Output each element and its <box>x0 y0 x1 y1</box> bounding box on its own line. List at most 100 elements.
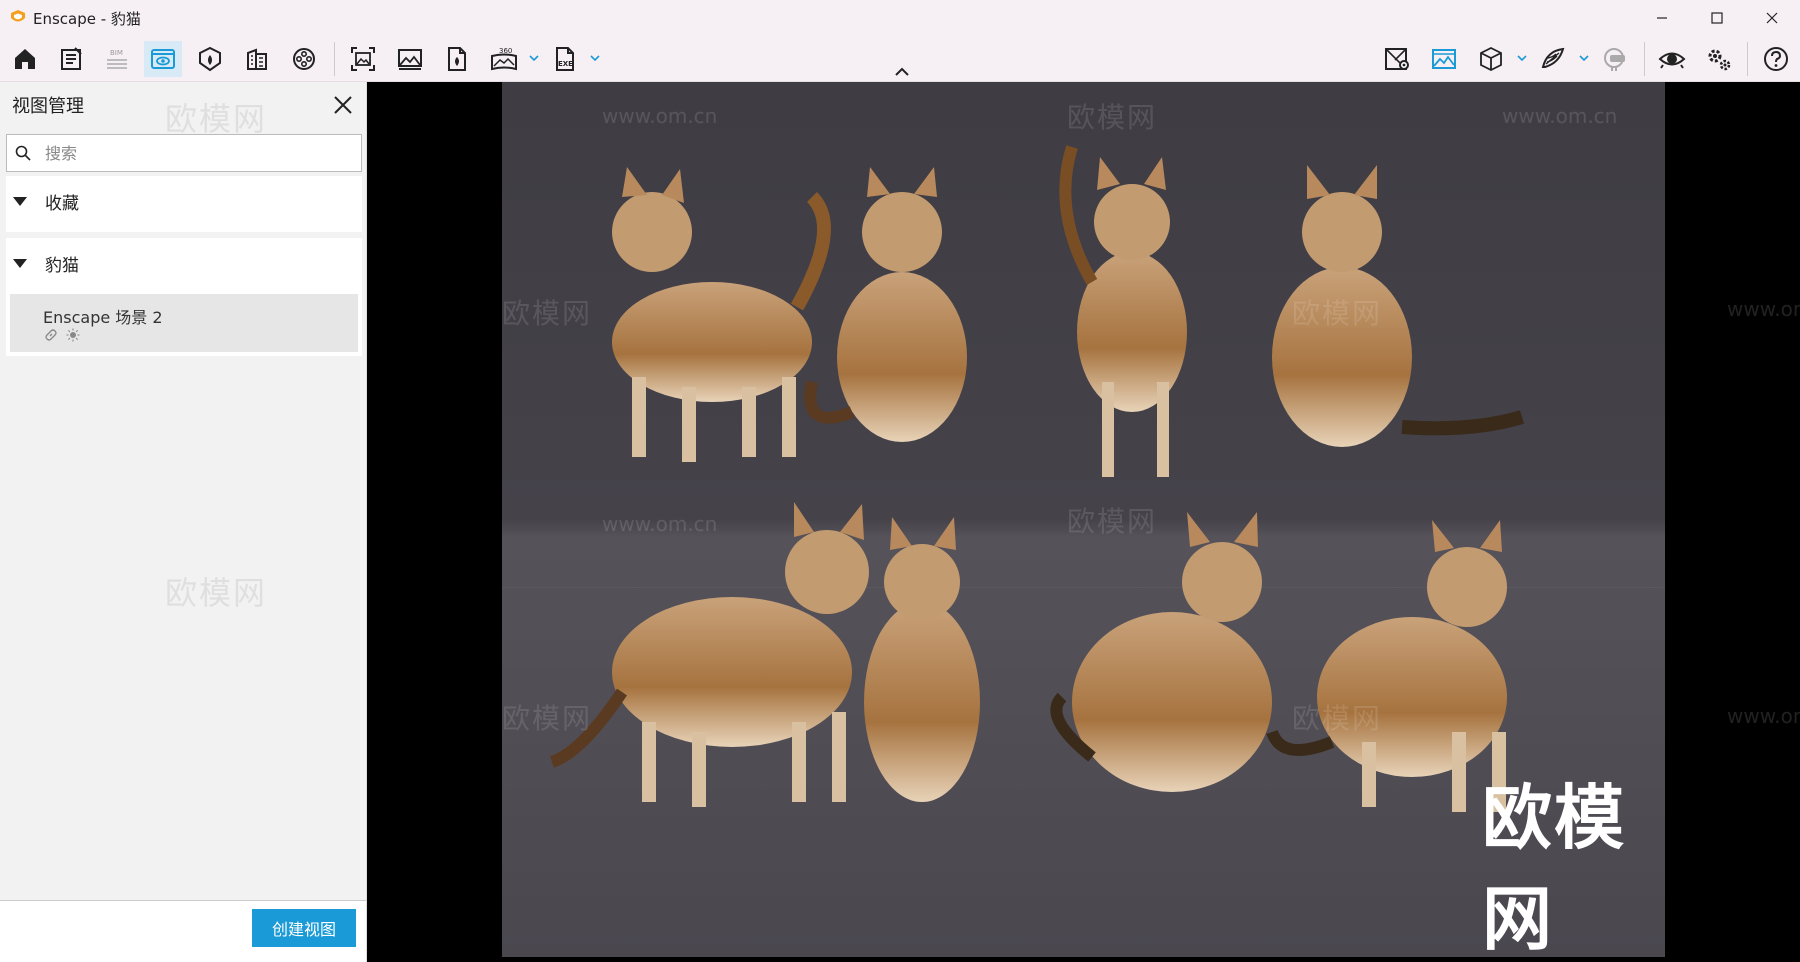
favorites-group-header[interactable]: 收藏 <box>6 176 362 226</box>
render-viewport[interactable]: www.om.cn 欧模网 www.om.cn 欧模网 欧模网 www.om.c… <box>367 82 1800 962</box>
vr-headset-icon <box>1604 48 1625 71</box>
asset-library-button[interactable] <box>238 41 276 77</box>
group-label: 豹猫 <box>45 255 79 276</box>
panorama-button[interactable]: 360 <box>485 41 523 77</box>
cube-view-button[interactable] <box>1472 41 1510 77</box>
watermark-cn: 欧模网 <box>1067 505 1158 538</box>
material-button[interactable] <box>1534 41 1572 77</box>
cube-icon <box>1480 46 1502 72</box>
project-info-button[interactable] <box>52 41 90 77</box>
exe-export-button[interactable]: EXE <box>546 41 584 77</box>
watermark-url: www.om.cn <box>1502 104 1618 128</box>
collapse-toolbar-icon[interactable] <box>893 66 911 78</box>
video-editor-icon <box>293 48 315 70</box>
settings-icon <box>1708 49 1731 71</box>
views-icon <box>151 49 175 69</box>
toolbar-separator <box>334 42 335 76</box>
cat-3 <box>1059 145 1187 477</box>
watermark-cn: 欧模网 <box>502 702 593 735</box>
asset-library-icon <box>247 48 267 70</box>
export-file-button[interactable] <box>438 41 476 77</box>
views-button[interactable] <box>144 41 182 77</box>
atmosphere-button[interactable] <box>191 41 229 77</box>
window-title: Enscape - 豹猫 <box>33 9 141 28</box>
panorama-dropdown-icon[interactable] <box>528 52 540 64</box>
sidebar-watermark: 欧模网 <box>165 574 268 612</box>
exe-export-icon: EXE <box>556 47 574 71</box>
export-file-icon <box>448 47 466 71</box>
expand-triangle-icon[interactable] <box>13 258 27 268</box>
toolbar-separator <box>1644 42 1645 76</box>
panel-title: 视图管理 <box>12 96 84 117</box>
cat-1 <box>612 167 831 462</box>
maximize-icon <box>1711 12 1723 24</box>
toolbar-separator <box>1747 42 1748 76</box>
render-image: www.om.cn 欧模网 www.om.cn 欧模网 欧模网 www.om.c… <box>502 82 1665 960</box>
favorites-group: 收藏 <box>6 176 362 232</box>
view-manager-panel: 视图管理 欧模网 收藏 豹猫 Enscape 场景 2 欧模网 创建视图 <box>0 82 367 962</box>
cube-dropdown-icon[interactable] <box>1516 52 1528 64</box>
atmosphere-icon <box>199 46 221 72</box>
close-window-button[interactable] <box>1745 0 1799 36</box>
bim-label: BIM <box>110 49 123 57</box>
cat-8 <box>1266 520 1507 812</box>
screenshot-button[interactable] <box>391 41 429 77</box>
home-button[interactable] <box>6 41 44 77</box>
sun-icon <box>66 328 80 342</box>
view-list-item[interactable]: Enscape 场景 2 <box>10 294 358 352</box>
panorama-360-icon: 360 <box>491 47 517 71</box>
enscape-logo-icon <box>11 10 25 22</box>
watermark-cn: 欧模网 <box>502 297 593 330</box>
watermark-cn: 欧模网 <box>1067 101 1158 134</box>
cat-2 <box>804 167 967 442</box>
expand-triangle-icon[interactable] <box>13 196 27 206</box>
minimize-icon <box>1657 17 1667 19</box>
home-icon <box>15 49 35 69</box>
search-box[interactable] <box>6 134 362 172</box>
watermark-cn: 欧模网 <box>1292 702 1383 735</box>
brand-watermark: 欧模网 <box>1482 777 1626 960</box>
map-icon <box>1385 48 1409 70</box>
bim-button[interactable]: BIM <box>98 41 136 77</box>
watermark-url: www.om.cn <box>602 104 718 128</box>
watermark-cn: 欧模网 <box>1292 297 1383 330</box>
scene-group-header[interactable]: 豹猫 <box>6 238 362 288</box>
project-info-icon <box>61 47 82 70</box>
minimize-button[interactable] <box>1635 0 1689 36</box>
create-view-button[interactable]: 创建视图 <box>252 909 356 947</box>
visual-settings-icon <box>1432 49 1456 69</box>
view-item-icons <box>44 328 80 342</box>
view-name: Enscape 场景 2 <box>43 308 163 327</box>
help-button[interactable] <box>1757 41 1795 77</box>
exe-dropdown-icon[interactable] <box>589 52 601 64</box>
help-icon <box>1764 47 1788 71</box>
close-panel-icon[interactable] <box>332 94 354 116</box>
screenshot-icon <box>398 49 422 70</box>
material-dropdown-icon[interactable] <box>1578 52 1590 64</box>
visual-settings-button[interactable] <box>1425 41 1463 77</box>
video-editor-button[interactable] <box>285 41 323 77</box>
search-icon <box>15 145 31 161</box>
batch-render-icon <box>351 47 375 71</box>
close-icon <box>1766 12 1778 24</box>
batch-render-button[interactable] <box>344 41 382 77</box>
group-label: 收藏 <box>45 193 79 214</box>
link-icon <box>45 329 57 341</box>
bim-icon: BIM <box>107 49 127 69</box>
watermark-url: www.om.cn <box>1727 704 1800 728</box>
watermark-url: www.om.cn <box>602 512 718 536</box>
watermark-url: www.om.cn <box>1727 297 1800 321</box>
maximize-button[interactable] <box>1690 0 1744 36</box>
cat-7 <box>1050 512 1272 792</box>
cat-6 <box>864 517 980 802</box>
settings-button[interactable] <box>1700 41 1738 77</box>
panel-footer: 创建视图 <box>0 900 366 962</box>
exe-label: EXE <box>558 60 573 68</box>
search-input[interactable] <box>45 143 335 163</box>
visibility-button[interactable] <box>1653 41 1691 77</box>
vr-headset-button[interactable] <box>1596 41 1634 77</box>
map-button[interactable] <box>1378 41 1416 77</box>
cat-5 <box>549 502 869 807</box>
visibility-icon <box>1658 52 1686 69</box>
material-icon <box>1541 47 1565 68</box>
